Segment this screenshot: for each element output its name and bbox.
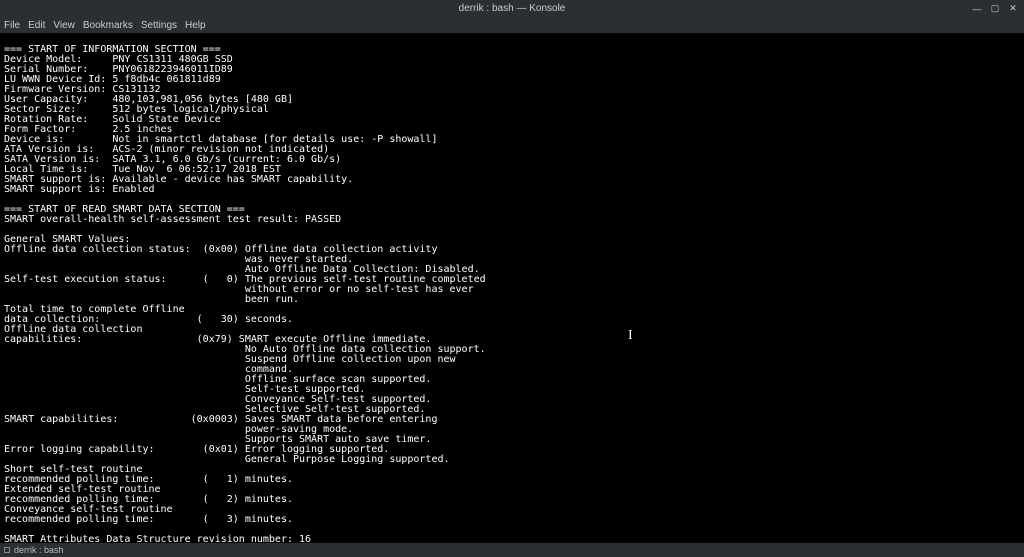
terminal-line: data collection: ( 30) seconds.: [4, 315, 1020, 325]
window-title: derrik : bash — Konsole: [459, 3, 566, 14]
terminal-line: SMART overall-health self-assessment tes…: [4, 215, 1020, 225]
minimize-button[interactable]: —: [970, 3, 984, 15]
maximize-button[interactable]: ▢: [988, 3, 1002, 15]
menu-bookmarks[interactable]: Bookmarks: [83, 20, 133, 31]
terminal-line: recommended polling time: ( 3) minutes.: [4, 515, 1020, 525]
terminal-output[interactable]: === START OF INFORMATION SECTION ===Devi…: [0, 33, 1024, 543]
menubar: File Edit View Bookmarks Settings Help: [0, 17, 1024, 33]
tab-indicator-icon: [4, 547, 10, 553]
menu-help[interactable]: Help: [185, 20, 206, 31]
titlebar: derrik : bash — Konsole — ▢ ✕: [0, 0, 1024, 17]
tabbar: derrik : bash: [0, 543, 1024, 557]
terminal-line: SMART support is: Available - device has…: [4, 175, 1020, 185]
terminal-line: SMART support is: Enabled: [4, 185, 1020, 195]
menu-file[interactable]: File: [4, 20, 20, 31]
tab-label[interactable]: derrik : bash: [14, 545, 64, 555]
window-controls: — ▢ ✕: [970, 0, 1020, 17]
close-button[interactable]: ✕: [1006, 3, 1020, 15]
terminal-line: SMART Attributes Data Structure revision…: [4, 535, 1020, 543]
menu-settings[interactable]: Settings: [141, 20, 177, 31]
terminal-line: General Purpose Logging supported.: [4, 455, 1020, 465]
menu-view[interactable]: View: [53, 20, 75, 31]
terminal-line: [4, 225, 1020, 235]
menu-edit[interactable]: Edit: [28, 20, 45, 31]
